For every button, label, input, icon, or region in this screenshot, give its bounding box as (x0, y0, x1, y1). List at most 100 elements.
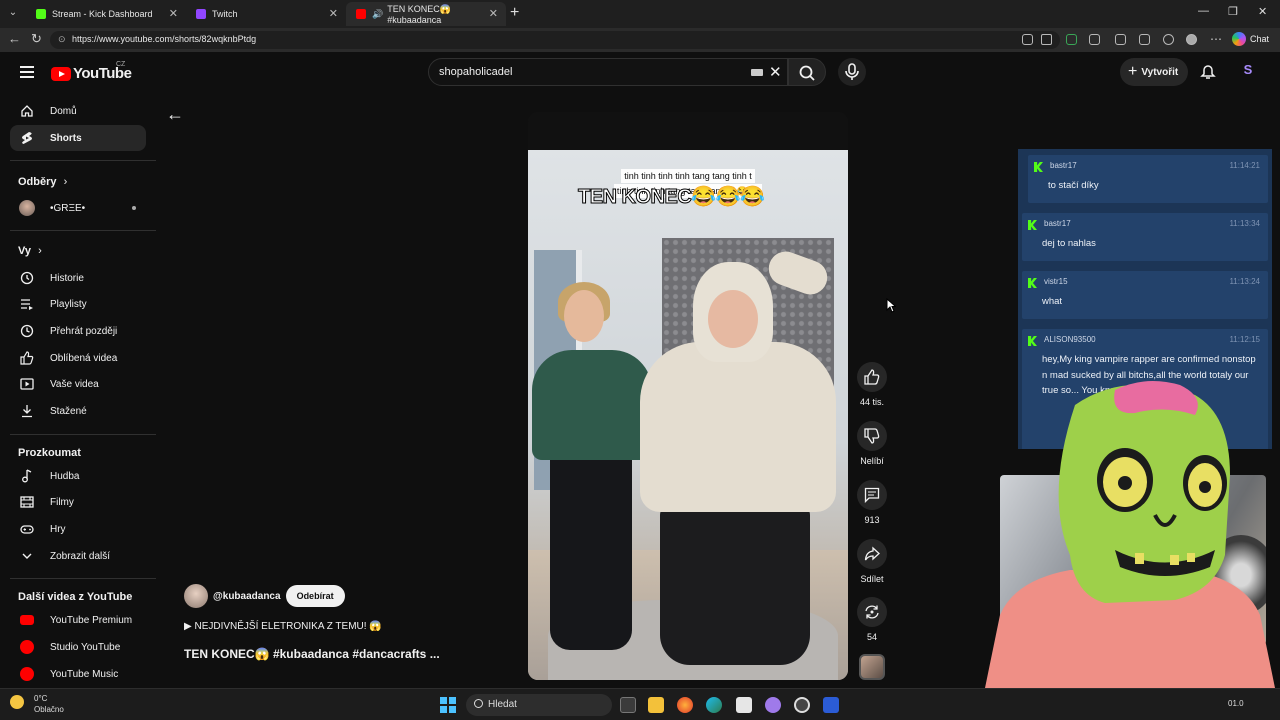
taskbar-search[interactable]: Hledat (466, 694, 612, 716)
chevron-right-icon: › (38, 245, 42, 257)
youtube-header: YouTube CZ shopaholicadel ✕ + Vytvořit S (0, 52, 1280, 92)
show-more-button[interactable]: Zobrazit další (10, 543, 146, 569)
sidebar-item-your-videos[interactable]: Vaše videa (10, 371, 146, 397)
sidebar-item-downloads[interactable]: Stažené (10, 398, 146, 424)
address-bar[interactable]: ⊙ https://www.youtube.com/shorts/82wqknb… (50, 31, 1060, 49)
account-avatar[interactable]: S (1238, 62, 1258, 82)
refresh-icon[interactable]: ↻ (31, 31, 42, 47)
tab-actions-menu[interactable]: ⌄ (4, 4, 22, 22)
comment-icon (864, 487, 880, 503)
short-video-player[interactable]: tinh tinh tinh tinh tang tang tinh t tin… (528, 112, 848, 680)
subscriptions-header[interactable]: Odběry › (18, 176, 67, 188)
remix-count: 54 (866, 632, 877, 642)
clear-search-icon[interactable]: ✕ (769, 63, 782, 81)
dislike-button[interactable]: Nelíbí (856, 421, 888, 466)
new-tab-button[interactable]: + (510, 4, 519, 22)
divider (10, 160, 156, 161)
favorites-icon[interactable] (1139, 34, 1150, 45)
sidebar-item-label: Hudba (50, 470, 80, 482)
share-button[interactable]: Sdílet (856, 539, 888, 584)
video-title[interactable]: TEN KONEC😱 #kubaadanca #dancacrafts ... (184, 647, 440, 661)
site-info-icon[interactable]: ⊙ (58, 34, 66, 45)
profile-avatar-icon[interactable] (1186, 34, 1197, 45)
channel-avatar (19, 200, 35, 216)
video-description[interactable]: ▶ NEJDIVNĚJŠÍ ELETRONIKA Z TEMU! 😱 (184, 621, 382, 632)
chat-text: what (1042, 296, 1063, 307)
vtube-studio-icon[interactable] (823, 697, 839, 713)
edge-icon[interactable] (706, 697, 722, 713)
clock-icon (20, 324, 34, 338)
favorite-star-icon[interactable] (1041, 34, 1052, 45)
extension-icon[interactable] (1066, 34, 1077, 45)
sidebar-item-youtube-music[interactable]: YouTube Music (10, 661, 146, 687)
obs-icon[interactable] (765, 697, 781, 713)
sidebar-item-home[interactable]: Domů (10, 98, 146, 124)
steam-icon[interactable] (794, 697, 810, 713)
divider (10, 578, 156, 579)
split-screen-icon[interactable] (1115, 34, 1126, 45)
windows-start-icon[interactable] (440, 697, 456, 713)
notifications-icon[interactable] (1200, 64, 1216, 83)
menu-icon[interactable] (20, 66, 34, 78)
chevron-right-icon: › (63, 176, 68, 188)
restore-icon[interactable]: ❐ (1228, 5, 1238, 18)
sidebar-item-liked[interactable]: Oblíbená videa (10, 345, 146, 371)
taskbar-clock: 01.0 (1228, 699, 1244, 708)
like-button[interactable]: 44 tis. (856, 362, 888, 407)
history-icon[interactable] (1163, 34, 1174, 45)
sidebar-item-music[interactable]: Hudba (10, 463, 146, 489)
close-tab-icon[interactable]: ✕ (489, 7, 498, 20)
tab-youtube-short[interactable]: 🔊 TEN KONEC😱 #kubaadanca ✕ (346, 2, 506, 26)
dancer-right-body (640, 342, 836, 512)
close-window-icon[interactable]: ✕ (1258, 5, 1267, 18)
remix-button[interactable]: 54 (856, 597, 888, 642)
sidebar-item-shorts[interactable]: Shorts (10, 125, 146, 151)
close-tab-icon[interactable]: ✕ (329, 7, 338, 20)
search-query: shopaholicadel (439, 66, 513, 78)
more-options-icon[interactable]: ⋯ (1210, 32, 1222, 46)
voice-search-button[interactable] (838, 58, 866, 86)
channel-avatar[interactable] (184, 584, 208, 608)
back-icon[interactable]: ← (8, 31, 21, 46)
app-available-icon[interactable] (1022, 34, 1033, 45)
create-button[interactable]: + Vytvořit (1120, 58, 1188, 86)
chat-timestamp: 11:12:15 (1229, 335, 1260, 344)
you-header[interactable]: Vy › (18, 245, 42, 257)
extensions-puzzle-icon[interactable] (1089, 34, 1100, 45)
address-toolbar: ← ↻ ⊙ https://www.youtube.com/shorts/82w… (0, 28, 1280, 52)
youtube-logo[interactable]: YouTube CZ (51, 61, 132, 82)
sidebar-item-playlists[interactable]: Playlisty (10, 291, 146, 317)
channel-name[interactable]: @kubaadanca (213, 591, 281, 602)
audio-track-thumbnail[interactable] (859, 654, 885, 680)
browser-tab-bar: ⌄ Stream - Kick Dashboard ✕ Twitch ✕ 🔊 T… (0, 0, 1280, 28)
task-view-icon[interactable] (620, 697, 636, 713)
back-arrow-icon[interactable]: ← (166, 104, 184, 125)
chat-message: bastr17 11:14:21 to stačí díky (1028, 155, 1268, 203)
close-tab-icon[interactable]: ✕ (169, 7, 178, 20)
search-button[interactable] (788, 58, 826, 86)
new-content-dot (132, 206, 136, 210)
mouse-cursor-icon (886, 298, 896, 313)
tab-twitch[interactable]: Twitch ✕ (186, 2, 346, 26)
minimize-icon[interactable]: — (1198, 5, 1209, 17)
sidebar-item-watch-later[interactable]: Přehrát později (10, 318, 146, 344)
playlist-icon (21, 299, 33, 310)
search-input[interactable]: shopaholicadel ✕ (428, 58, 788, 86)
weather-condition: Oblačno (34, 705, 64, 714)
sidebar-item-history[interactable]: Historie (10, 265, 146, 291)
sidebar-item-youtube-premium[interactable]: YouTube Premium (10, 607, 146, 633)
sidebar-item-games[interactable]: Hry (10, 516, 146, 542)
sidebar-item-subscription[interactable]: •GRΞE• (10, 195, 146, 221)
tab-kick-dashboard[interactable]: Stream - Kick Dashboard ✕ (26, 2, 186, 26)
subscribe-button[interactable]: Odebírat (285, 585, 345, 607)
microsoft-store-icon[interactable] (736, 697, 752, 713)
sidebar-item-films[interactable]: Filmy (10, 489, 146, 515)
speaker-icon[interactable]: 🔊 (372, 9, 383, 20)
comments-button[interactable]: 913 (856, 480, 888, 525)
sidebar-item-youtube-studio[interactable]: Studio YouTube (10, 634, 146, 660)
file-explorer-icon[interactable] (648, 697, 664, 713)
weather-widget[interactable]: 0°C Oblačno (10, 693, 64, 715)
copilot-chat-button[interactable]: Chat (1232, 32, 1269, 46)
keyboard-icon[interactable] (751, 69, 763, 76)
firefox-icon[interactable] (677, 697, 693, 713)
